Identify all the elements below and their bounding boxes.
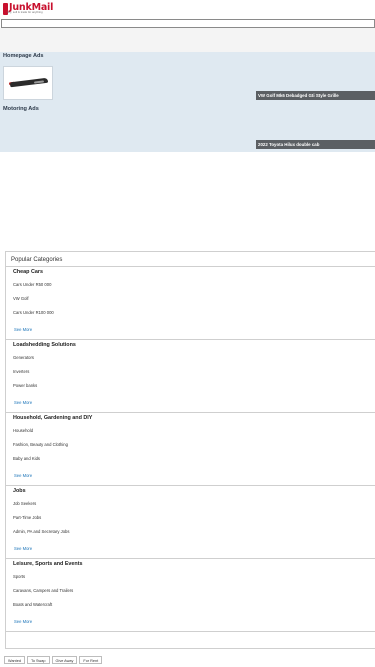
see-more-link[interactable]: See More xyxy=(14,400,32,405)
category-link[interactable]: Cars Under R100 000 xyxy=(13,310,54,315)
category-cheap-cars: Cheap Cars Cars Under R50 000 VW Golf Ca… xyxy=(6,267,375,340)
homepage-ad-thumbnail[interactable] xyxy=(3,66,53,100)
category-title: Jobs xyxy=(13,488,26,494)
tab-for-rent[interactable]: For Rent xyxy=(79,656,103,664)
tab-to-swap[interactable]: To Swap xyxy=(26,656,50,664)
listing-type-tabs: Wanted To Swap Give Away For Rent xyxy=(4,656,104,664)
category-link[interactable]: VW Golf xyxy=(13,296,29,301)
category-loadshedding: Loadshedding Solutions Generators Invert… xyxy=(6,340,375,413)
see-more-link[interactable]: See More xyxy=(14,619,32,624)
top-banner-placeholder xyxy=(0,28,375,52)
category-leisure: Leisure, Sports and Events Sports Carava… xyxy=(6,559,375,632)
motoring-ads-title: Motoring Ads xyxy=(3,106,39,112)
homepage-ads-title: Homepage Ads xyxy=(3,53,44,59)
category-link[interactable]: Baby and Kids xyxy=(13,456,40,461)
category-link[interactable]: Admin, PA and Secretary Jobs xyxy=(13,529,69,534)
logo-tagline: buy, sell & trade for anything xyxy=(7,11,43,14)
page: JunkMail buy, sell & trade for anything … xyxy=(0,0,375,667)
category-link[interactable]: Generators xyxy=(13,355,34,360)
homepage-ad-caption[interactable]: VW Golf Mk6 Debadged Gti Style Grille xyxy=(256,91,375,100)
category-link[interactable]: Job Seekers xyxy=(13,501,36,506)
category-link[interactable]: Inverters xyxy=(13,369,29,374)
category-household: Household, Gardening and DIY Household F… xyxy=(6,413,375,486)
category-link[interactable]: Caravans, Campers and Trailers xyxy=(13,588,73,593)
motoring-ad-caption[interactable]: 2022 Toyota Hilux double cab xyxy=(256,140,375,149)
see-more-link[interactable]: See More xyxy=(14,473,32,478)
ads-band xyxy=(0,52,375,152)
see-more-link[interactable]: See More xyxy=(14,546,32,551)
category-link[interactable]: Power banks xyxy=(13,383,37,388)
popular-categories-panel: Popular Categories Cheap Cars Cars Under… xyxy=(5,251,375,649)
category-title: Loadshedding Solutions xyxy=(13,342,76,348)
header: JunkMail buy, sell & trade for anything xyxy=(0,0,375,19)
category-link[interactable]: Household xyxy=(13,428,33,433)
category-link[interactable]: Cars Under R50 000 xyxy=(13,282,51,287)
category-jobs: Jobs Job Seekers Part-Time Jobs Admin, P… xyxy=(6,486,375,559)
category-link[interactable]: Boats and Watercraft xyxy=(13,602,52,607)
category-link[interactable]: Fashion, Beauty and Clothing xyxy=(13,442,68,447)
category-title: Leisure, Sports and Events xyxy=(13,561,83,567)
tab-wanted[interactable]: Wanted xyxy=(4,656,25,664)
category-title: Cheap Cars xyxy=(13,269,43,275)
category-link[interactable]: Sports xyxy=(13,574,25,579)
category-link[interactable]: Part-Time Jobs xyxy=(13,515,41,520)
tab-give-away[interactable]: Give Away xyxy=(51,656,78,664)
see-more-link[interactable]: See More xyxy=(14,327,32,332)
popular-categories-title: Popular Categories xyxy=(6,252,375,267)
category-title: Household, Gardening and DIY xyxy=(13,415,93,421)
search-bar xyxy=(1,19,375,36)
